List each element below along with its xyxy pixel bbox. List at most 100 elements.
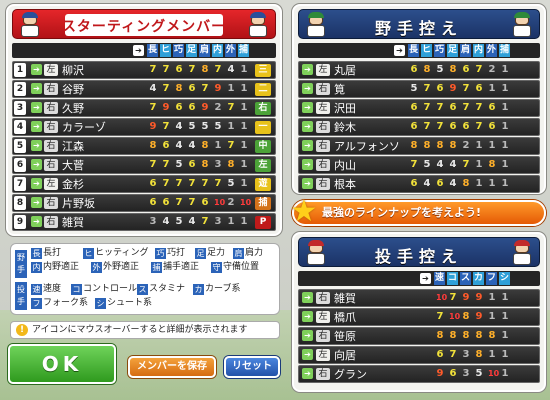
bench-row[interactable]: ➔ 右鈴木 6 7 7 6 6 7 6 1 <box>298 118 540 136</box>
lineup-row[interactable]: 3 ➔ 右久野 7 9 6 6 9 2 7 1 右 <box>12 99 276 117</box>
ability-rank: 1 <box>501 159 509 170</box>
swap-arrow-icon[interactable]: ➔ <box>31 197 42 208</box>
bench-row[interactable]: ➔ 左沢田 6 7 7 6 7 7 6 1 <box>298 99 540 117</box>
swap-arrow-icon[interactable]: ➔ <box>31 102 42 113</box>
ability-rank: 6 <box>462 64 470 75</box>
ability-header-5: 内 <box>212 44 223 57</box>
batting-order-number: 3 <box>14 101 26 115</box>
swap-arrow-icon[interactable]: ➔ <box>31 121 42 132</box>
pitcher-row[interactable]: ➔ 右雑賀 10 7 9 9 1 1 <box>298 289 540 307</box>
swap-arrow-icon[interactable]: ➔ <box>31 140 42 151</box>
swap-arrow-icon[interactable]: ➔ <box>302 349 313 360</box>
pitching-rank: 7 <box>436 311 444 322</box>
swap-arrow-icon[interactable]: ➔ <box>31 64 42 75</box>
swap-arrow-icon[interactable]: ➔ <box>302 140 313 151</box>
lineup-banner: ★ 最強のラインナップを考えよう! <box>291 196 546 228</box>
ability-rank: 7 <box>423 83 431 94</box>
bench-row[interactable]: ➔ 右根本 6 4 6 4 8 1 1 1 <box>298 175 540 193</box>
lineup-row[interactable]: 9 ➔ 右雑賀 3 4 5 4 7 3 1 1 P <box>12 213 276 231</box>
pitcher-name: 向居 <box>334 349 356 362</box>
pitcher-row[interactable]: ➔ 右笹原 8 8 8 8 8 1 <box>298 327 540 345</box>
legend-key: 守 <box>211 262 222 273</box>
field-position: 三 <box>255 64 271 77</box>
legend-label: 守備位置 <box>223 262 260 272</box>
ability-rank: 2 <box>488 64 496 75</box>
ok-button[interactable]: OK <box>8 344 116 384</box>
pitcher-title-bar: 投手控え <box>298 237 540 267</box>
ability-rank: 8 <box>423 64 431 75</box>
legend-key: 内 <box>31 262 42 273</box>
pitching-rank: 6 <box>449 368 457 379</box>
pitcher-row[interactable]: ➔ 左橋爪 7 10 8 9 1 1 <box>298 308 540 326</box>
pitching-rank: 8 <box>462 311 470 322</box>
ability-header-7: 捕 <box>238 44 249 57</box>
ability-rank: 6 <box>175 64 183 75</box>
swap-arrow-icon[interactable]: ➔ <box>302 102 313 113</box>
legend-item: 足足力 <box>195 248 225 259</box>
bench-row[interactable]: ➔ 右内山 7 5 4 4 7 1 8 1 <box>298 156 540 174</box>
swap-arrow-icon[interactable]: ➔ <box>302 368 313 379</box>
legend-key: ス <box>137 284 148 295</box>
save-members-button[interactable]: メンバーを保存 <box>128 356 216 378</box>
lineup-row[interactable]: 6 ➔ 右大菅 7 7 5 6 8 3 8 1 左 <box>12 156 276 174</box>
ability-rank: 7 <box>462 83 470 94</box>
legend-key: 巧 <box>155 248 166 259</box>
lineup-row[interactable]: 5 ➔ 右江森 8 6 4 4 8 1 7 1 中 <box>12 137 276 155</box>
bench-row[interactable]: ➔ 右筧 5 7 6 9 7 6 1 1 <box>298 80 540 98</box>
ability-rank: 10 <box>240 198 252 207</box>
ability-rank: 8 <box>423 140 431 151</box>
legend-item: フフォーク系 <box>31 298 88 309</box>
swap-arrow-icon[interactable]: ➔ <box>302 330 313 341</box>
player-name: 沢田 <box>334 102 356 115</box>
ability-header-4: 肩 <box>460 44 471 57</box>
lineup-row[interactable]: 1 ➔ 左柳沢 7 7 6 7 8 7 4 1 三 <box>12 61 276 79</box>
banner-text: 最強のラインナップを考えよう! <box>322 206 482 219</box>
throwing-hand: 右 <box>316 368 330 380</box>
ability-rank: 6 <box>410 178 418 189</box>
ability-rank: 7 <box>201 83 209 94</box>
reset-button[interactable]: リセット <box>224 356 280 378</box>
swap-arrow-icon[interactable]: ➔ <box>302 64 313 75</box>
ability-rank: 3 <box>214 159 222 170</box>
ability-rank: 7 <box>475 64 483 75</box>
swap-arrow-icon[interactable]: ➔ <box>302 178 313 189</box>
batting-hand: 右 <box>316 121 330 133</box>
pitching-rank: 1 <box>488 292 496 303</box>
ability-rank: 9 <box>149 121 157 132</box>
legend-key: シ <box>95 298 106 309</box>
lineup-row[interactable]: 2 ➔ 右谷野 4 7 8 6 7 9 1 1 二 <box>12 80 276 98</box>
ability-rank: 6 <box>410 64 418 75</box>
swap-arrow-icon[interactable]: ➔ <box>302 159 313 170</box>
swap-arrow-icon[interactable]: ➔ <box>302 311 313 322</box>
batting-order-number: 1 <box>14 63 26 77</box>
ability-rank: 6 <box>162 140 170 151</box>
ability-rank: 4 <box>423 178 431 189</box>
ability-rank: 7 <box>149 102 157 113</box>
pitcher-row[interactable]: ➔ 左向居 6 7 3 8 1 1 <box>298 346 540 364</box>
pitching-rank: 8 <box>462 330 470 341</box>
ability-rank: 4 <box>449 159 457 170</box>
lineup-row[interactable]: 8 ➔ 右片野坂 6 6 7 7 6 10 2 10 捕 <box>12 194 276 212</box>
pitching-rank: 1 <box>501 330 509 341</box>
bench-row[interactable]: ➔ 左丸居 6 8 5 8 6 7 2 1 <box>298 61 540 79</box>
player-name: アルフォンソ <box>334 140 400 153</box>
ability-rank: 1 <box>501 102 509 113</box>
swap-arrow-icon[interactable]: ➔ <box>31 178 42 189</box>
ability-rank: 9 <box>201 102 209 113</box>
swap-arrow-icon[interactable]: ➔ <box>31 83 42 94</box>
swap-arrow-icon[interactable]: ➔ <box>31 159 42 170</box>
swap-arrow-icon[interactable]: ➔ <box>302 83 313 94</box>
batting-hand: 右 <box>44 197 58 209</box>
batting-order-number: 8 <box>14 196 26 210</box>
player-name: 大菅 <box>62 159 84 172</box>
batting-hand: 右 <box>44 121 58 133</box>
swap-arrow-icon[interactable]: ➔ <box>302 121 313 132</box>
swap-arrow-icon[interactable]: ➔ <box>302 292 313 303</box>
lineup-row[interactable]: 7 ➔ 左金杉 6 7 7 7 7 7 5 1 遊 <box>12 175 276 193</box>
pitcher-row[interactable]: ➔ 右グラン 9 6 3 5 10 1 <box>298 365 540 383</box>
ability-rank: 5 <box>175 216 183 227</box>
lineup-row[interactable]: 4 ➔ 右カラーゾ 9 7 4 5 5 5 1 1 一 <box>12 118 276 136</box>
bench-ability-header: ➔ 長ヒ巧足肩内外捕 <box>298 43 540 58</box>
swap-arrow-icon[interactable]: ➔ <box>31 216 42 227</box>
bench-row[interactable]: ➔ 右アルフォンソ 8 8 8 8 2 1 1 1 <box>298 137 540 155</box>
